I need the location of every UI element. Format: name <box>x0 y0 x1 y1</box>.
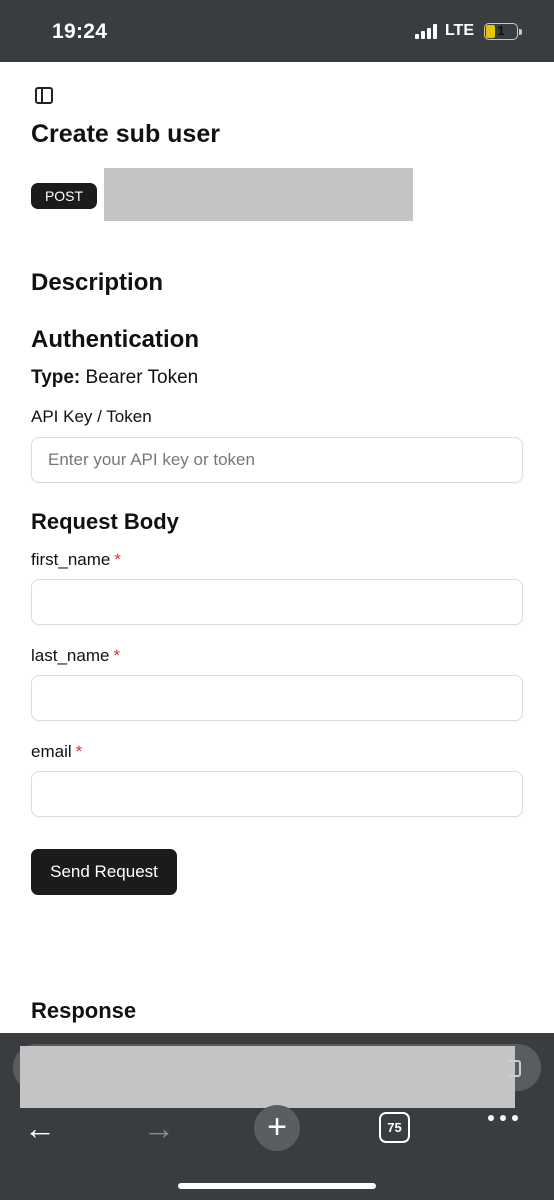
auth-type-label: Type: <box>31 367 81 388</box>
arrow-left-icon[interactable]: ← <box>24 1112 58 1144</box>
share-icon[interactable] <box>509 1060 521 1077</box>
status-bar: 19:24 LTE 1 <box>0 0 554 62</box>
required-mark: * <box>113 646 121 665</box>
home-indicator <box>178 1183 376 1189</box>
method-badge: POST <box>31 183 97 209</box>
endpoint-url-redacted <box>104 168 413 221</box>
page-title: Create sub user <box>31 120 220 148</box>
battery-level: 1 <box>497 22 505 38</box>
address-url-redacted <box>20 1046 515 1108</box>
battery-icon: 1 <box>484 22 522 40</box>
auth-type: Type: Bearer Token <box>31 367 198 389</box>
api-key-label: API Key / Token <box>31 407 152 426</box>
auth-type-value: Bearer Token <box>85 367 199 388</box>
last-name-label: last_name * <box>31 646 120 666</box>
network-label: LTE <box>444 22 474 39</box>
status-time: 19:24 <box>52 20 108 43</box>
arrow-right-icon[interactable]: → <box>143 1112 177 1144</box>
cellular-signal-icon <box>414 23 437 39</box>
email-input[interactable] <box>31 771 523 817</box>
send-request-button[interactable]: Send Request <box>31 849 177 895</box>
sidebar-toggle-icon[interactable] <box>35 87 53 104</box>
last-name-label-text: last_name <box>31 646 110 665</box>
first-name-input[interactable] <box>31 579 523 625</box>
request-body-heading: Request Body <box>31 509 179 534</box>
authentication-heading: Authentication <box>31 326 199 353</box>
last-name-input[interactable] <box>31 675 523 721</box>
tab-count-button[interactable]: 75 <box>379 1112 410 1143</box>
description-heading: Description <box>31 269 164 296</box>
plus-icon[interactable]: + <box>254 1105 300 1151</box>
status-indicators: LTE 1 <box>414 22 522 40</box>
response-heading: Response <box>31 998 137 1023</box>
browser-toolbar: ← → + 75 <box>0 1033 554 1200</box>
more-dots-icon[interactable] <box>488 1115 518 1121</box>
email-label-text: email <box>31 742 72 761</box>
battery-nub <box>519 28 522 35</box>
page: 19:24 LTE 1 Create sub user POST Descrip… <box>0 0 554 1200</box>
first-name-label-text: first_name <box>31 550 111 569</box>
required-mark: * <box>114 550 121 569</box>
first-name-label: first_name * <box>31 550 121 570</box>
api-key-input[interactable] <box>31 437 523 483</box>
required-mark: * <box>75 742 83 761</box>
email-label: email * <box>31 742 82 762</box>
